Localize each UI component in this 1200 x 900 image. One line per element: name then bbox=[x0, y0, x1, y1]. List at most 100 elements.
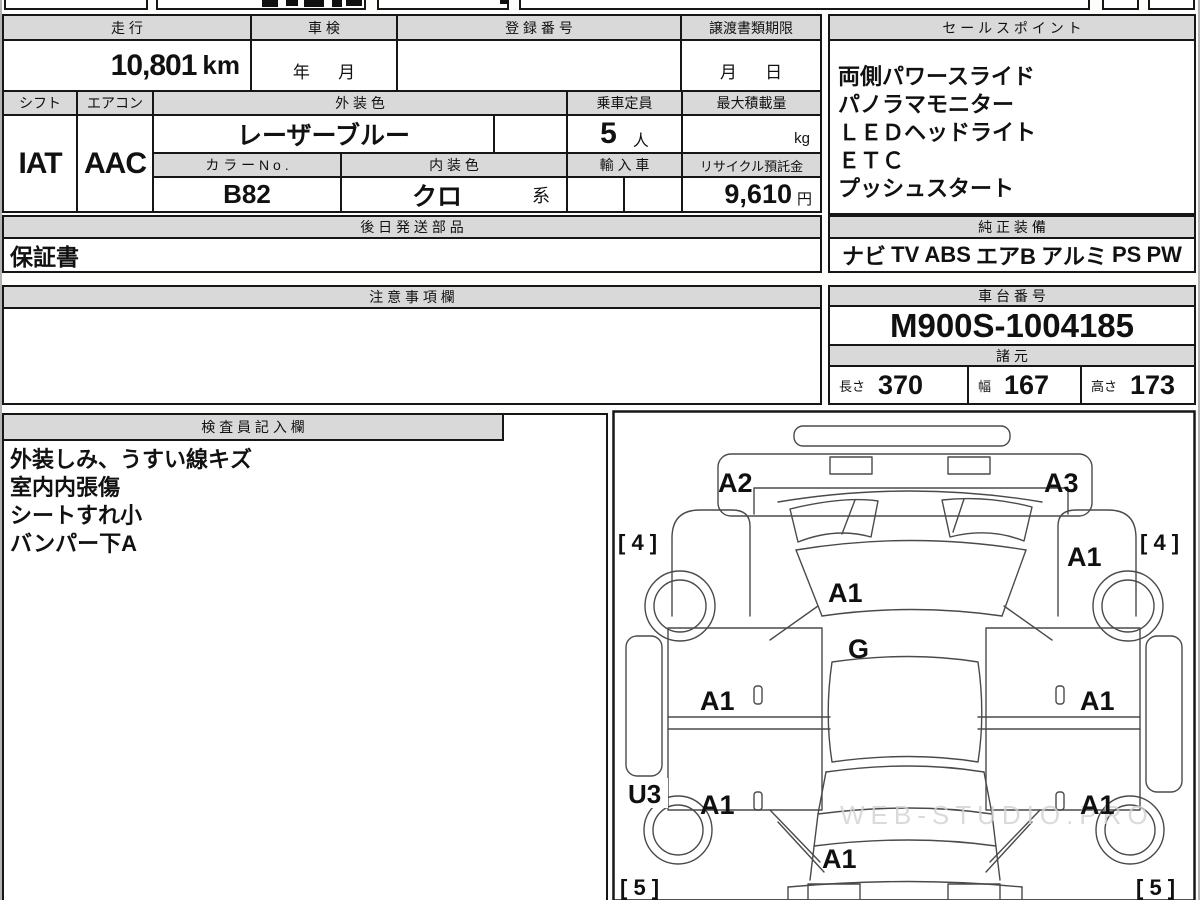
label-tire-rear-right: [ 5 ] bbox=[1136, 875, 1175, 900]
import-header: 輸 入 車 bbox=[566, 152, 683, 178]
label-front-bumper-left: A2 bbox=[718, 468, 753, 498]
interior-color-header: 内 装 色 bbox=[340, 152, 568, 178]
mileage-unit: km bbox=[202, 50, 240, 80]
caution-notes-header: 注 意 事 項 欄 bbox=[2, 285, 822, 309]
width-label: 幅 bbox=[978, 378, 992, 394]
capacity-label: 乗車定員 bbox=[596, 95, 653, 111]
recycle-value: 9,610 bbox=[724, 179, 792, 209]
interior-color-suffix: 系 bbox=[532, 185, 550, 206]
cropped-text-fragment bbox=[346, 0, 362, 6]
shift-value: IAT bbox=[18, 146, 62, 180]
import-label: 輸 入 車 bbox=[599, 157, 650, 173]
sales-point-item: ＥＴＣ bbox=[838, 148, 905, 173]
transfer-deadline-header: 譲渡書類期限 bbox=[680, 14, 822, 41]
caution-notes-label: 注 意 事 項 欄 bbox=[369, 289, 455, 305]
max-load-unit: kg bbox=[794, 130, 810, 147]
import-value-cell-2 bbox=[623, 176, 683, 213]
equipment-item: エアB bbox=[976, 244, 1036, 269]
sales-points-box: 両側パワースライド パノラマモニター ＬＥＤヘッドライト ＥＴＣ プッシュスター… bbox=[828, 39, 1196, 215]
inspector-notes-header: 検 査 員 記 入 欄 bbox=[2, 413, 504, 441]
label-tire-front-left: [ 4 ] bbox=[618, 530, 657, 555]
capacity-value-cell: 5 人 bbox=[566, 114, 683, 154]
transfer-date-hint: 月 日 bbox=[719, 63, 783, 82]
transfer-value-cell: 月 日 bbox=[680, 39, 822, 92]
aircon-label: エアコン bbox=[87, 95, 143, 111]
color-no-header: カ ラ ー N o . bbox=[152, 152, 342, 178]
chassis-number-header: 車 台 番 号 bbox=[828, 285, 1196, 307]
car-diagram: WEB-STUDIO.PRO A2 A3 [ 4 ] [ 4 ] A1 A1 G… bbox=[612, 410, 1196, 900]
recycle-header: リサイクル預託金 bbox=[681, 152, 822, 178]
length-label: 長さ bbox=[839, 378, 866, 394]
sales-point-item: パノラマモニター bbox=[838, 92, 1015, 117]
registration-header-label: 登 録 番 号 bbox=[505, 19, 573, 36]
length-cell: 長さ 370 bbox=[828, 365, 969, 405]
aircon-value: AAC bbox=[84, 146, 147, 180]
label-sill-left: U3 bbox=[628, 779, 661, 809]
exterior-color-extra-cell bbox=[493, 114, 568, 154]
height-value: 173 bbox=[1130, 369, 1176, 400]
shaken-header-label: 車 検 bbox=[308, 19, 340, 36]
caution-notes-box bbox=[2, 307, 822, 405]
shaken-date-hint: 年 月 bbox=[292, 63, 356, 82]
warranty-booklet-text: 保証書 bbox=[10, 244, 79, 270]
aircon-value-cell: AAC bbox=[76, 114, 154, 213]
aircon-header: エアコン bbox=[76, 90, 154, 116]
width-value: 167 bbox=[1004, 369, 1050, 400]
sales-points-label: セ ー ル ス ポ イ ン ト bbox=[942, 19, 1082, 36]
genuine-equipment-label: 純 正 装 備 bbox=[978, 219, 1046, 235]
interior-color-value-cell: クロ 系 bbox=[340, 176, 568, 213]
label-front-bumper-right: A3 bbox=[1044, 468, 1079, 498]
equipment-item: アルミ bbox=[1041, 244, 1107, 269]
sales-point-item: プッシュスタート bbox=[838, 176, 1015, 201]
genuine-equipment-box: ナビ TV ABS エアB アルミ PS PW bbox=[828, 237, 1196, 273]
recycle-value-cell: 9,610 円 bbox=[681, 176, 822, 213]
width-cell: 幅 167 bbox=[967, 365, 1082, 405]
label-rear-gate: A1 bbox=[822, 844, 857, 874]
equipment-item: ABS bbox=[924, 242, 971, 267]
auction-sheet: 走 行 車 検 登 録 番 号 譲渡書類期限 10,801 km 年 月 月 日… bbox=[0, 0, 1200, 900]
equipment-item: ナビ bbox=[842, 244, 887, 269]
label-tire-rear-left: [ 5 ] bbox=[620, 875, 659, 900]
label-door-rear-left: A1 bbox=[700, 790, 735, 820]
label-tire-front-right: [ 4 ] bbox=[1140, 530, 1179, 555]
length-value: 370 bbox=[878, 369, 924, 400]
exterior-color-header: 外 装 色 bbox=[152, 90, 568, 116]
cropped-text-fragment bbox=[500, 0, 509, 4]
capacity-header: 乗車定員 bbox=[566, 90, 683, 116]
cropped-text-fragment bbox=[262, 0, 278, 7]
label-door-front-left: A1 bbox=[700, 686, 735, 716]
sales-points-header: セ ー ル ス ポ イ ン ト bbox=[828, 14, 1196, 41]
shaken-value-cell: 年 月 bbox=[250, 39, 398, 92]
cropped-row-cell bbox=[1102, 0, 1139, 10]
exterior-color-label: 外 装 色 bbox=[335, 95, 385, 111]
height-label: 高さ bbox=[1091, 378, 1118, 394]
registration-header: 登 録 番 号 bbox=[396, 14, 682, 41]
cropped-text-fragment bbox=[332, 0, 342, 7]
exterior-color-value: レーザーブルー bbox=[236, 122, 410, 150]
label-door-front-right: A1 bbox=[1080, 686, 1115, 716]
chassis-number-value: M900S-1004185 bbox=[889, 306, 1135, 344]
later-parts-label: 後 日 発 送 部 品 bbox=[360, 219, 464, 235]
shaken-header: 車 検 bbox=[250, 14, 398, 41]
mileage-value: 10,801 bbox=[110, 48, 198, 82]
sales-point-item: ＬＥＤヘッドライト bbox=[838, 120, 1037, 145]
cropped-row-cell bbox=[519, 0, 1090, 10]
exterior-color-value-cell: レーザーブルー bbox=[152, 114, 495, 154]
capacity-unit: 人 bbox=[632, 133, 649, 150]
import-value-cell-1 bbox=[566, 176, 625, 213]
shift-label: シフト bbox=[19, 95, 61, 111]
inspector-note: 室内内張傷 bbox=[10, 475, 121, 500]
dimensions-header: 諸 元 bbox=[828, 344, 1196, 367]
registration-value-cell bbox=[396, 39, 682, 92]
equipment-item: TV bbox=[891, 242, 920, 267]
max-load-header: 最大積載量 bbox=[681, 90, 822, 116]
inspector-note: 外装しみ、うすい線キズ bbox=[10, 447, 253, 472]
inspector-notes-lines: 外装しみ、うすい線キズ 室内内張傷 シートすれ小 バンパー下A bbox=[10, 446, 252, 558]
shift-value-cell: IAT bbox=[2, 114, 78, 213]
mileage-header: 走 行 bbox=[2, 14, 252, 41]
inspector-note: シートすれ小 bbox=[10, 503, 143, 528]
dimensions-label: 諸 元 bbox=[996, 347, 1028, 364]
cropped-text-fragment bbox=[286, 0, 298, 6]
cropped-text-fragment bbox=[304, 0, 324, 7]
chassis-number-value-cell: M900S-1004185 bbox=[828, 305, 1196, 346]
